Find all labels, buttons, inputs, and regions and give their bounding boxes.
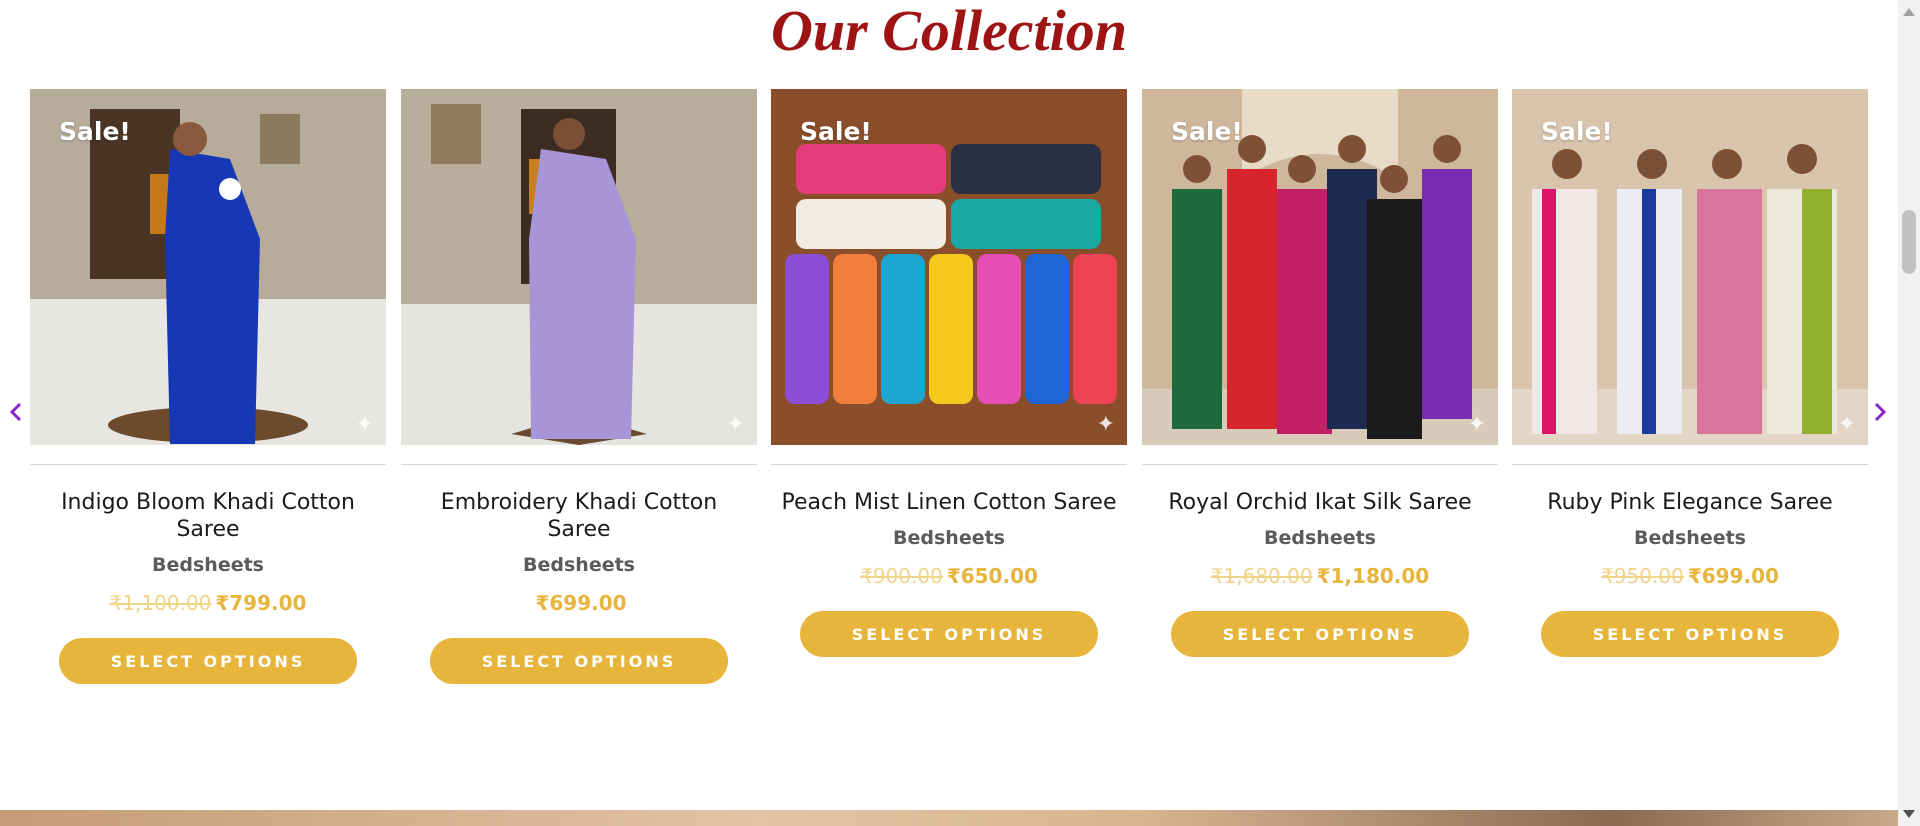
sparkle-icon: ✦	[355, 411, 374, 436]
next-section-banner	[0, 810, 1898, 826]
sparkle-icon: ✦	[1467, 411, 1486, 436]
product-name[interactable]: Peach Mist Linen Cotton Saree	[771, 489, 1127, 516]
product-card: ✦ Embroidery Khadi Cotton Saree Bedsheet…	[401, 89, 757, 684]
divider	[1512, 464, 1868, 465]
product-name[interactable]: Embroidery Khadi Cotton Saree	[401, 489, 757, 543]
current-price: ₹699.00	[535, 591, 627, 615]
product-image[interactable]: Sale! ✦	[30, 89, 386, 445]
scroll-down-arrow-icon[interactable]	[1903, 810, 1915, 818]
current-price: ₹1,180.00	[1316, 564, 1430, 588]
select-options-button[interactable]: SELECT OPTIONS	[1541, 611, 1839, 657]
divider	[771, 464, 1127, 465]
product-name[interactable]: Royal Orchid Ikat Silk Saree	[1142, 489, 1498, 516]
product-price: ₹900.00 ₹650.00	[771, 564, 1127, 588]
old-price: ₹1,680.00	[1210, 564, 1313, 588]
current-price: ₹650.00	[946, 564, 1038, 588]
product-category: Bedsheets	[893, 527, 1005, 549]
old-price: ₹900.00	[860, 564, 943, 588]
sparkle-icon: ✦	[1837, 411, 1856, 436]
sale-badge: Sale!	[1171, 117, 1243, 146]
sale-badge: Sale!	[59, 117, 131, 146]
divider	[401, 464, 757, 465]
sale-badge: Sale!	[1541, 117, 1613, 146]
product-category: Bedsheets	[1634, 527, 1746, 549]
old-price: ₹1,100.00	[109, 591, 212, 615]
select-options-button[interactable]: SELECT OPTIONS	[800, 611, 1098, 657]
product-card: Sale! ✦ Peach Mist Linen Cotton Saree Be…	[771, 89, 1127, 657]
product-price: ₹950.00 ₹699.00	[1512, 564, 1868, 588]
product-category: Bedsheets	[523, 554, 635, 576]
carousel-next-button[interactable]	[1869, 398, 1891, 426]
product-card: Sale! ✦ Royal Orchid Ikat Silk Saree Bed…	[1142, 89, 1498, 657]
select-options-button[interactable]: SELECT OPTIONS	[430, 638, 728, 684]
chevron-left-icon	[9, 402, 22, 422]
current-price: ₹799.00	[215, 591, 307, 615]
product-card: Sale! ✦ Indigo Bloom Khadi Cotton Saree …	[30, 89, 386, 684]
scroll-up-arrow-icon[interactable]	[1903, 8, 1915, 16]
divider	[30, 464, 386, 465]
current-price: ₹699.00	[1687, 564, 1779, 588]
product-image[interactable]: Sale! ✦	[1512, 89, 1868, 445]
product-image[interactable]: Sale! ✦	[771, 89, 1127, 445]
product-name[interactable]: Ruby Pink Elegance Saree	[1512, 489, 1868, 516]
product-category: Bedsheets	[152, 554, 264, 576]
sparkle-icon: ✦	[1096, 411, 1115, 436]
sale-badge: Sale!	[800, 117, 872, 146]
product-price: ₹1,100.00 ₹799.00	[30, 591, 386, 615]
product-card: Sale! ✦ Ruby Pink Elegance Saree Bedshee…	[1512, 89, 1868, 657]
select-options-button[interactable]: SELECT OPTIONS	[1171, 611, 1469, 657]
carousel-prev-button[interactable]	[5, 398, 27, 426]
product-price: ₹699.00	[401, 591, 757, 615]
select-options-button[interactable]: SELECT OPTIONS	[59, 638, 357, 684]
chevron-right-icon	[1874, 402, 1887, 422]
product-name[interactable]: Indigo Bloom Khadi Cotton Saree	[30, 489, 386, 543]
old-price: ₹950.00	[1601, 564, 1684, 588]
scrollbar[interactable]	[1898, 0, 1920, 826]
product-category: Bedsheets	[1264, 527, 1376, 549]
product-price: ₹1,680.00 ₹1,180.00	[1142, 564, 1498, 588]
product-image[interactable]: Sale! ✦	[1142, 89, 1498, 445]
product-image[interactable]: ✦	[401, 89, 757, 445]
sparkle-icon: ✦	[726, 411, 745, 436]
divider	[1142, 464, 1498, 465]
scrollbar-thumb[interactable]	[1902, 210, 1916, 274]
section-title: Our Collection	[770, 0, 1128, 63]
